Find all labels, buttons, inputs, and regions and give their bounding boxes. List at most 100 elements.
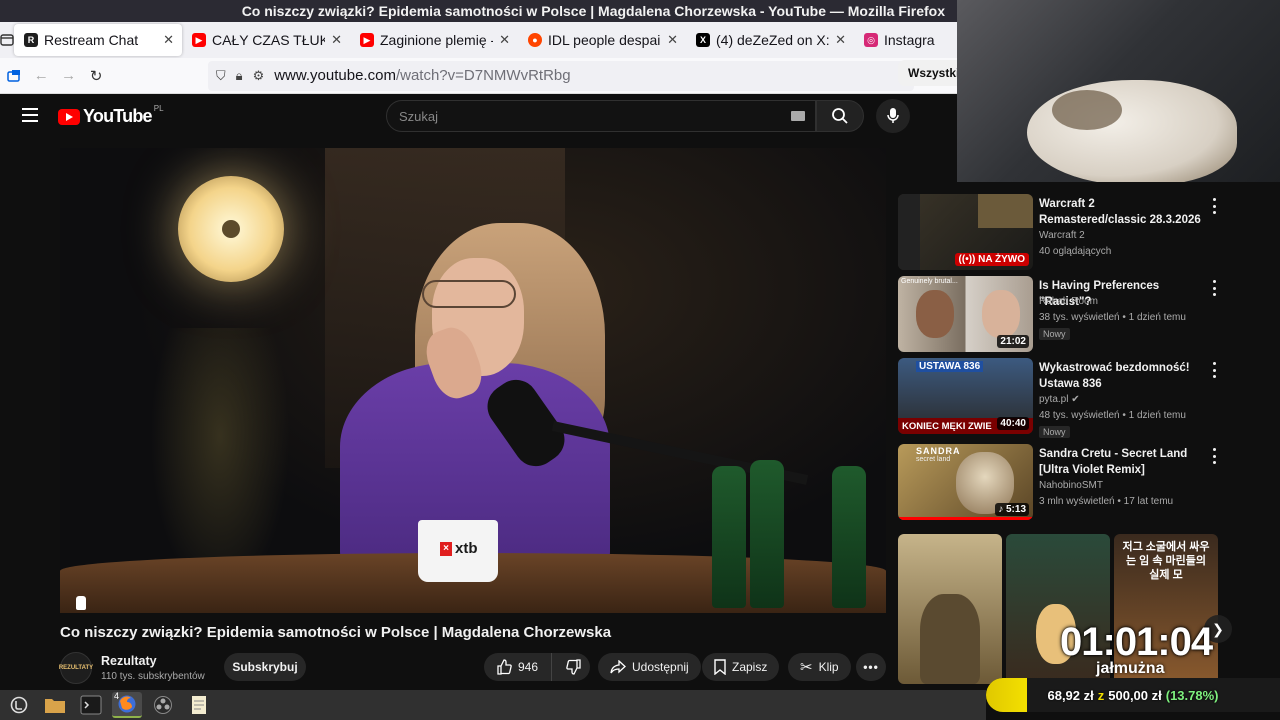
window-titlebar: Co niszczy związki? Epidemia samotności … — [0, 0, 957, 22]
url-text[interactable]: www.youtube.com/watch?v=D7NMWvRtRbg — [274, 67, 570, 84]
recommendation-item[interactable]: ((•)) NA ŻYWO Warcraft 2 Remastered/clas… — [898, 194, 1228, 272]
forward-icon[interactable]: → — [55, 61, 82, 91]
menu-icon[interactable] — [22, 108, 38, 122]
webcam-overlay — [957, 0, 1280, 182]
donation-separator: z — [1097, 687, 1105, 703]
url-host: www.youtube.com — [274, 67, 396, 84]
tab-title: Zaginione plemię - — [380, 32, 494, 48]
more-actions-button[interactable]: ••• — [856, 653, 886, 681]
youtube-favicon-icon: ▶ — [192, 33, 206, 47]
scissors-icon: ✂ — [800, 659, 813, 676]
tab-strip: R Restream Chat ✕ ▶ CAŁY CZAS TŁUKŁO ✕ ▶… — [0, 22, 957, 58]
tab-dezezed-x[interactable]: X (4) deZeZed on X: " ✕ — [686, 22, 854, 58]
youtube-favicon-icon: ▶ — [360, 33, 374, 47]
thumbnail-face — [982, 290, 1020, 338]
video-thumbnail[interactable]: USTAWA 836 KONIEC MĘKI ZWIE 40:40 — [898, 358, 1033, 434]
tab-caly-czas[interactable]: ▶ CAŁY CZAS TŁUKŁO ✕ — [182, 22, 350, 58]
video-bottle — [712, 466, 746, 608]
close-tab-icon[interactable]: ✕ — [499, 32, 510, 48]
youtube-logo-text: YouTube — [83, 106, 153, 126]
close-tab-icon[interactable]: ✕ — [667, 32, 678, 48]
thumbnail-text: USTAWA 836 — [916, 361, 984, 372]
recommendation-meta: 38 tys. wyświetleń • 1 dzień temu — [1039, 312, 1186, 323]
shield-icon[interactable]: ⛉ — [216, 68, 226, 84]
url-bar[interactable]: ⛉ 🔒︎ ⚙ www.youtube.com/watch?v=D7NMWvRtR… — [207, 60, 915, 91]
youtube-page: YouTube PL Szukaj × xtb Co niszczy związ… — [0, 94, 957, 690]
youtube-header: YouTube PL Szukaj — [0, 94, 957, 138]
lock-icon[interactable]: 🔒︎ — [236, 68, 243, 84]
tab-idl-people[interactable]: ● IDL people despair ✕ — [518, 22, 686, 58]
tab-restream-chat[interactable]: R Restream Chat ✕ — [14, 24, 182, 56]
folder-icon[interactable] — [40, 692, 70, 718]
keyboard-icon[interactable] — [791, 111, 805, 121]
region-code: PL — [153, 104, 164, 113]
tab-title: CAŁY CZAS TŁUKŁO — [212, 32, 326, 48]
thumbs-down-icon — [566, 659, 581, 675]
share-icon — [610, 660, 626, 674]
text-editor-icon[interactable] — [184, 692, 214, 718]
back-icon[interactable]: ← — [27, 61, 54, 91]
hand-cursor-icon — [76, 596, 86, 610]
recommendation-title[interactable]: Warcraft 2 Remastered/classic 28.3.2026 — [1039, 196, 1204, 228]
video-thumbnail[interactable]: Genuinely brutal... 21:02 — [898, 276, 1033, 352]
channel-name[interactable]: Rezultaty — [101, 654, 157, 668]
video-person-glasses — [422, 280, 516, 308]
recommendation-channel[interactable]: Warcraft 2 — [1039, 230, 1085, 241]
video-title: Co niszczy związki? Epidemia samotności … — [60, 624, 612, 641]
microphone-icon — [887, 108, 899, 123]
search-placeholder: Szukaj — [399, 108, 439, 124]
voice-search-button[interactable] — [876, 99, 910, 133]
more-vertical-icon[interactable] — [1211, 198, 1217, 214]
share-button[interactable]: Udostępnij — [598, 653, 701, 681]
dislike-button[interactable] — [558, 659, 590, 675]
os-taskbar: 4 — [0, 690, 986, 720]
tab-title: Restream Chat — [44, 32, 139, 48]
recommendation-item[interactable]: Genuinely brutal... 21:02 Is Having Pref… — [898, 276, 1228, 354]
live-badge: ((•)) NA ŻYWO — [954, 253, 1029, 266]
video-thumbnail[interactable]: ((•)) NA ŻYWO — [898, 194, 1033, 270]
save-button[interactable]: Zapisz — [702, 653, 780, 681]
tab-zaginione-plemie[interactable]: ▶ Zaginione plemię - ✕ — [350, 22, 518, 58]
search-input[interactable]: Szukaj — [386, 100, 816, 132]
firefox-view-icon[interactable] — [0, 61, 27, 91]
recommendation-title[interactable]: Wykastrować bezdomność! Ustawa 836 — [1039, 360, 1204, 392]
short-item[interactable] — [898, 534, 1002, 684]
obs-icon[interactable] — [148, 692, 178, 718]
firefox-taskbar-icon[interactable]: 4 — [112, 691, 142, 718]
shorts-shelf: 저그 소굴에서 싸우는 임 속 마린들의 실제 모 — [898, 440, 1228, 684]
clip-button[interactable]: ✂ Klip — [788, 653, 851, 681]
search-button[interactable] — [816, 100, 864, 132]
save-label: Zapisz — [732, 660, 768, 674]
more-vertical-icon[interactable] — [1211, 362, 1217, 378]
channel-subscribers: 110 tys. subskrybentów — [101, 671, 205, 682]
stream-timer-label: jałmużna — [1096, 660, 1165, 677]
filter-chip-all[interactable]: Wszystkie — [898, 60, 960, 86]
recommendation-meta: 48 tys. wyświetleń • 1 dzień temu — [1039, 410, 1186, 421]
recommendation-channel[interactable]: pyta.pl ✔ — [1039, 394, 1080, 405]
start-menu-icon[interactable] — [4, 692, 34, 718]
more-vertical-icon[interactable] — [1211, 280, 1217, 296]
tab-instagram[interactable]: ◎ Instagra — [854, 22, 957, 58]
terminal-icon[interactable] — [76, 692, 106, 718]
clip-label: Klip — [818, 660, 839, 674]
reload-icon[interactable]: ↻ — [82, 61, 109, 91]
close-tab-icon[interactable]: ✕ — [835, 32, 846, 48]
youtube-logo[interactable]: YouTube PL — [58, 104, 164, 127]
thumbnail-game-panel — [898, 194, 920, 270]
tab-list-icon[interactable] — [0, 22, 14, 58]
recommendation-channel[interactable]: Rehab Room — [1039, 296, 1098, 307]
screen: Co niszczy związki? Epidemia samotności … — [0, 0, 1280, 720]
close-tab-icon[interactable]: ✕ — [331, 32, 342, 48]
like-button[interactable]: 946 — [484, 653, 552, 681]
recommendation-meta: 40 oglądających — [1039, 246, 1112, 257]
permissions-icon[interactable]: ⚙ — [253, 68, 265, 84]
like-count: 946 — [518, 660, 539, 674]
channel-avatar[interactable]: REZULTATY — [59, 652, 93, 684]
subscribe-button[interactable]: Subskrybuj — [224, 653, 306, 681]
video-player[interactable]: × xtb — [60, 148, 886, 613]
webcam-cat-patch — [1052, 90, 1122, 130]
close-tab-icon[interactable]: ✕ — [163, 32, 174, 48]
recommendation-item[interactable]: USTAWA 836 KONIEC MĘKI ZWIE 40:40 Wykast… — [898, 358, 1228, 438]
donation-current: 68,92 zł — [1047, 687, 1094, 703]
new-badge: Nowy — [1039, 328, 1070, 340]
